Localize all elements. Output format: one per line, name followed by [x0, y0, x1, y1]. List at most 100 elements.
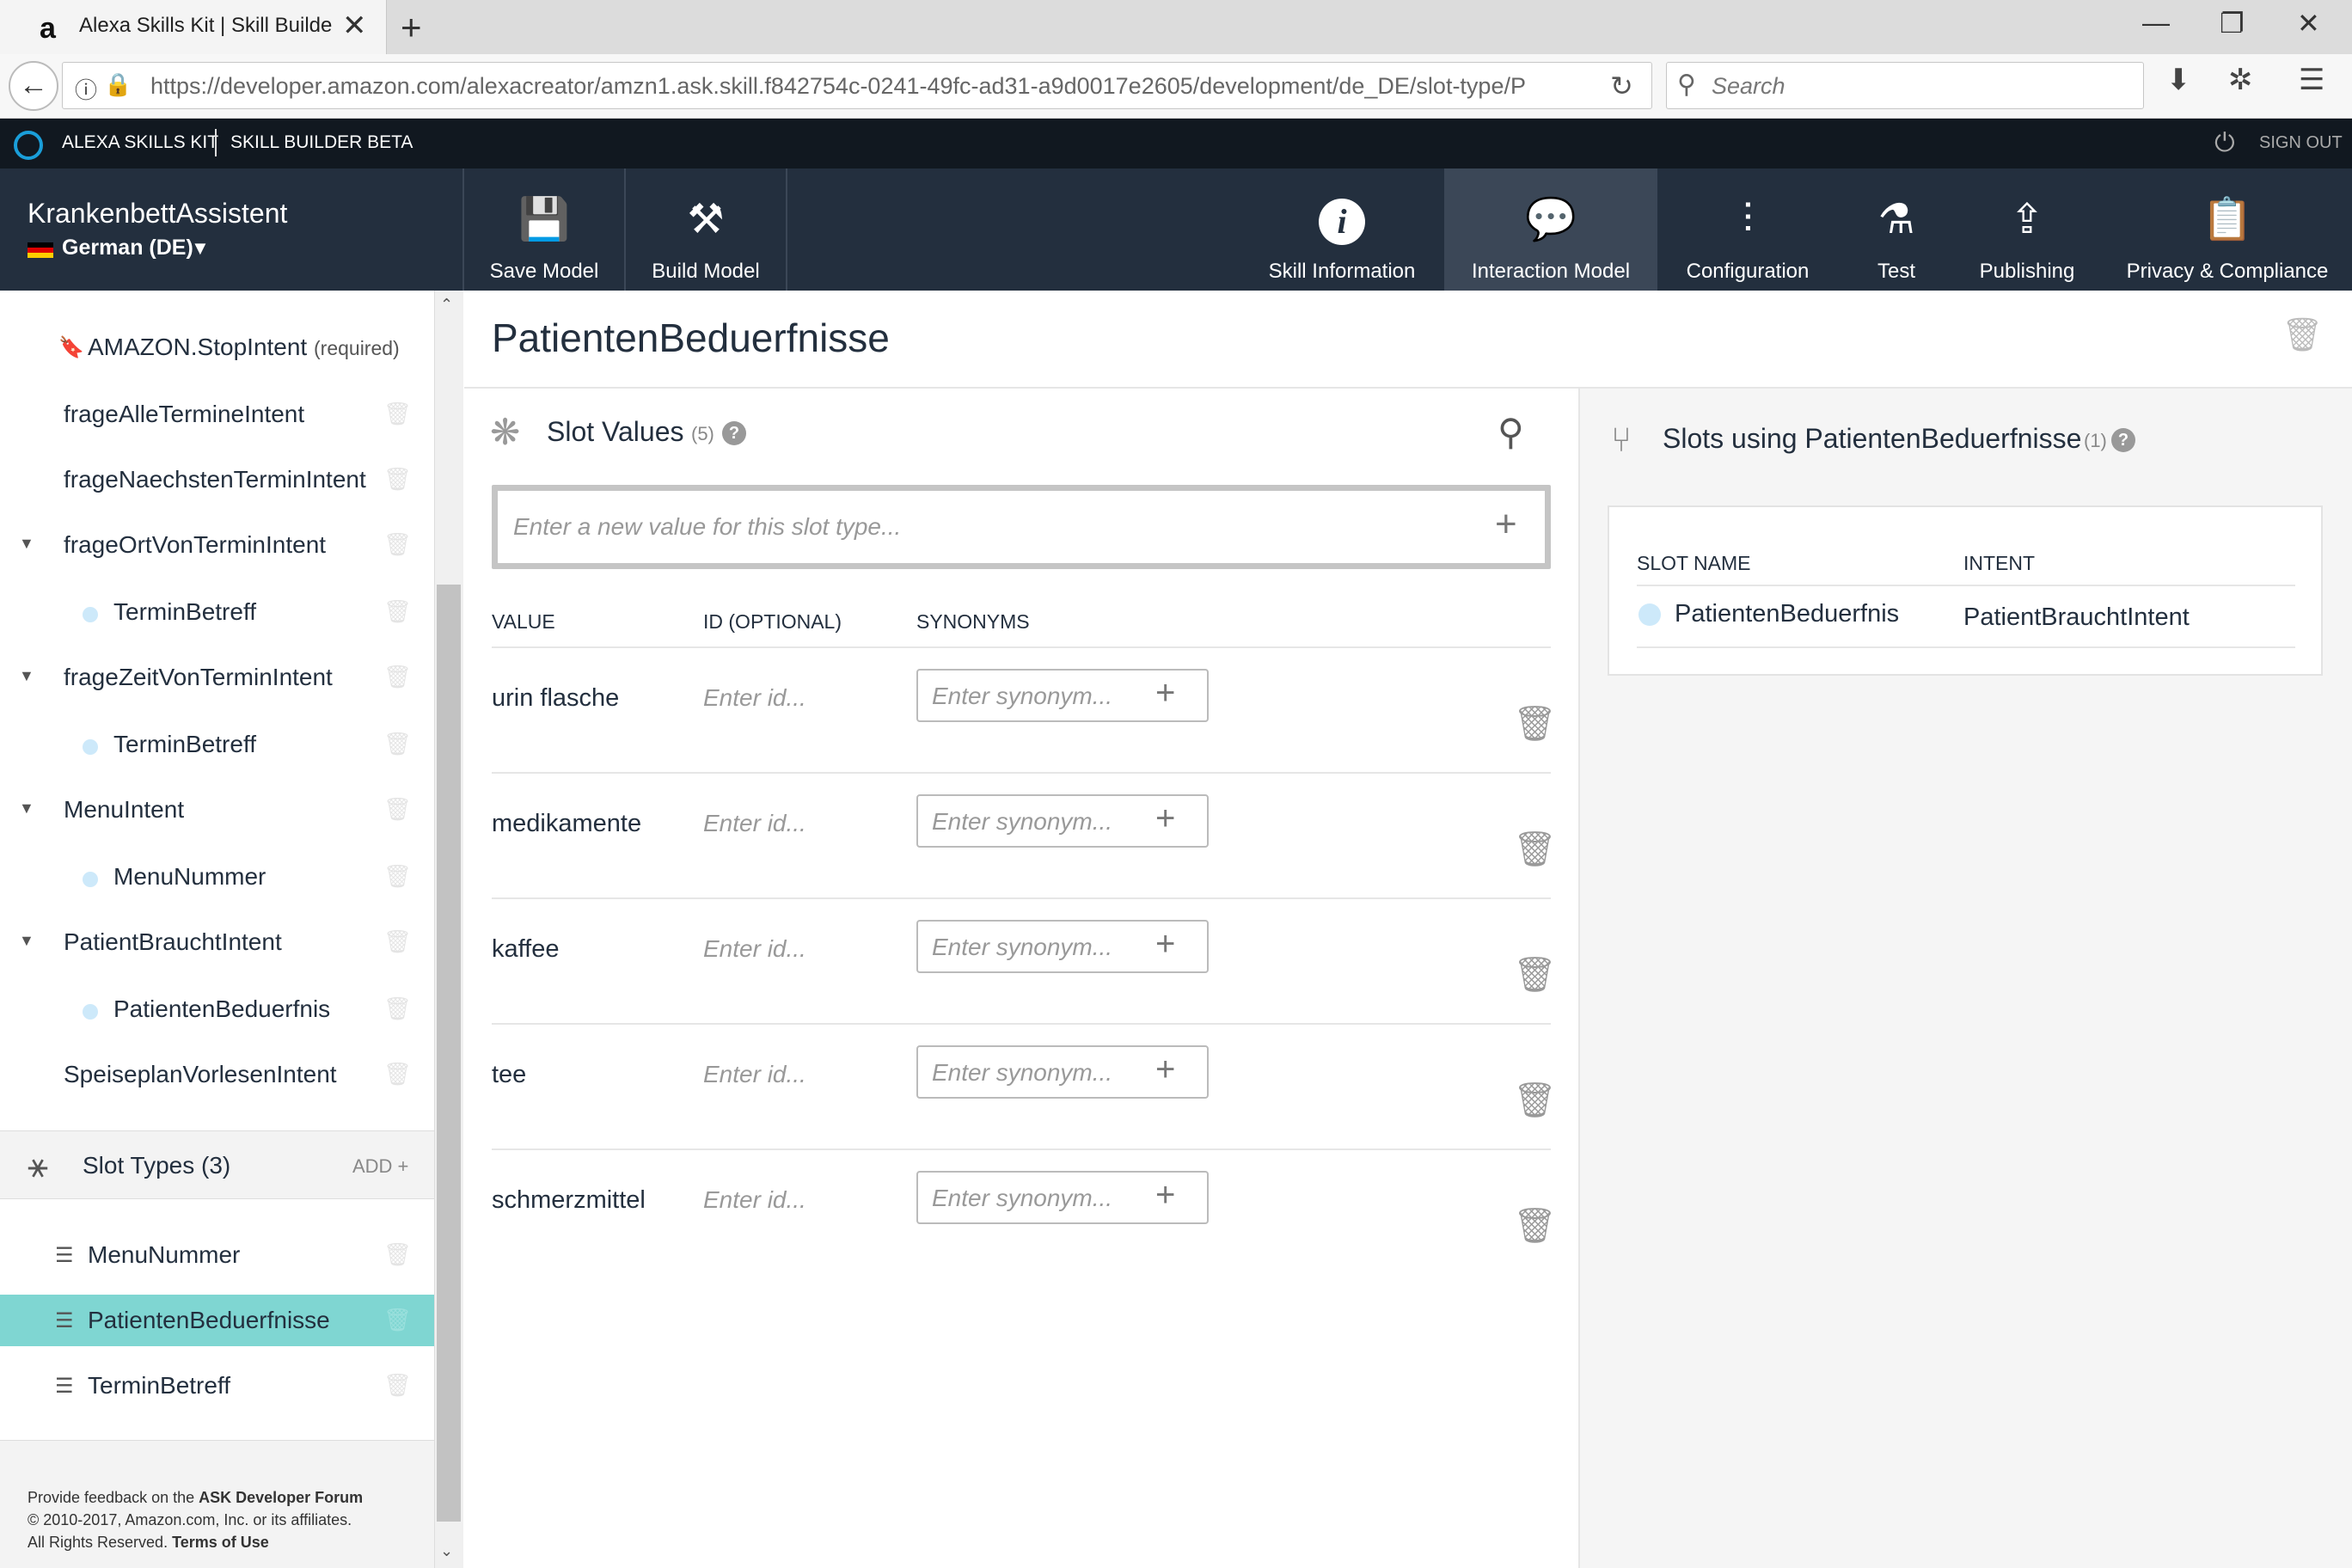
- sidebar-scroll-thumb[interactable]: [437, 585, 461, 1522]
- reload-icon[interactable]: ↻: [1610, 70, 1633, 102]
- sidebar-slot-menu-nummer[interactable]: MenuNummer 🗑: [0, 851, 434, 903]
- interaction-model-tab[interactable]: 💬 Interaction Model: [1444, 168, 1657, 291]
- sign-out-link[interactable]: SIGN OUT: [2259, 133, 2343, 153]
- slot-name-link[interactable]: PatientenBeduerfnis: [1675, 600, 1899, 628]
- menu-icon[interactable]: ☰: [2299, 63, 2324, 97]
- trash-icon[interactable]: 🗑: [383, 1241, 412, 1268]
- test-tab[interactable]: ⚗ Test: [1853, 168, 1939, 291]
- sidebar-slot-patienten-beduerfnis[interactable]: PatientenBeduerfnis 🗑: [0, 983, 434, 1035]
- add-synonym-icon[interactable]: +: [1155, 1176, 1175, 1215]
- add-synonym-icon[interactable]: +: [1155, 1050, 1175, 1089]
- window-close-icon[interactable]: ✕: [2297, 7, 2320, 40]
- slot-type-item-patienten-beduerfnisse[interactable]: ☰ PatientenBeduerfnisse 🗑: [0, 1295, 434, 1346]
- trash-icon[interactable]: 🗑: [383, 664, 412, 690]
- delete-value-icon[interactable]: 🗑: [1513, 1080, 1557, 1120]
- trash-icon[interactable]: 🗑: [383, 863, 412, 890]
- synonym-input[interactable]: Enter synonym... +: [916, 794, 1209, 848]
- sidebar-item-menu-intent[interactable]: ▼ MenuIntent 🗑: [0, 784, 434, 836]
- configuration-tab[interactable]: ⫶ Configuration: [1673, 168, 1822, 291]
- slot-value[interactable]: urin flasche: [492, 684, 619, 713]
- trash-icon[interactable]: 🗑: [383, 531, 412, 558]
- forum-link[interactable]: ASK Developer Forum: [199, 1489, 363, 1506]
- trash-icon[interactable]: 🗑: [383, 1307, 412, 1333]
- delete-value-icon[interactable]: 🗑: [1513, 703, 1557, 744]
- browser-search-bar[interactable]: ⚲ Search: [1666, 62, 2144, 109]
- caret-down-icon[interactable]: ▼: [19, 932, 34, 950]
- ask-title[interactable]: ALEXA SKILLS KIT: [62, 132, 218, 153]
- sidebar-item-frage-naechsten-termin-intent[interactable]: frageNaechstenTerminIntent 🗑: [0, 454, 434, 505]
- add-synonym-icon[interactable]: +: [1155, 799, 1175, 838]
- trash-icon[interactable]: 🗑: [383, 598, 412, 625]
- add-slot-type-button[interactable]: ADD +: [352, 1155, 408, 1178]
- trash-icon[interactable]: 🗑: [383, 928, 412, 955]
- synonym-input[interactable]: Enter synonym... +: [916, 1045, 1209, 1099]
- restore-icon[interactable]: ❐: [2220, 7, 2245, 40]
- browser-tab[interactable]: a Alexa Skills Kit | Skill Builder ✕: [0, 0, 387, 54]
- extension-icon[interactable]: ✲: [2228, 63, 2253, 97]
- slot-value[interactable]: schmerzmittel: [492, 1186, 646, 1215]
- new-value-input[interactable]: [513, 510, 1442, 544]
- trash-icon[interactable]: 🗑: [383, 731, 412, 757]
- power-icon[interactable]: ⏻: [2214, 129, 2235, 158]
- caret-down-icon[interactable]: ▼: [19, 799, 34, 818]
- skill-information-tab[interactable]: i Skill Information: [1255, 168, 1429, 291]
- id-input[interactable]: Enter id...: [703, 810, 806, 837]
- info-icon[interactable]: ⓘ: [75, 73, 97, 105]
- caret-down-icon[interactable]: ▼: [191, 237, 210, 260]
- synonym-input[interactable]: Enter synonym... +: [916, 1171, 1209, 1224]
- sidebar-slot-termin-betreff[interactable]: TerminBetreff 🗑: [0, 719, 434, 770]
- delete-value-icon[interactable]: 🗑: [1513, 1205, 1557, 1246]
- locale-selector[interactable]: German (DE): [62, 236, 193, 260]
- id-input[interactable]: Enter id...: [703, 1186, 806, 1214]
- slot-type-item-menu-nummer[interactable]: ☰ MenuNummer 🗑: [0, 1229, 434, 1281]
- id-input[interactable]: Enter id...: [703, 935, 806, 963]
- slot-type-item-termin-betreff[interactable]: ☰ TerminBetreff 🗑: [0, 1360, 434, 1412]
- publishing-tab[interactable]: ⇪ Publishing: [1969, 168, 2086, 291]
- caret-down-icon[interactable]: ▼: [19, 535, 34, 553]
- slot-value[interactable]: medikamente: [492, 810, 641, 838]
- sidebar-slot-termin-betreff[interactable]: TerminBetreff 🗑: [0, 586, 434, 638]
- id-input[interactable]: Enter id...: [703, 1061, 806, 1088]
- back-button[interactable]: ←: [9, 61, 58, 111]
- privacy-compliance-tab[interactable]: 📋 Privacy & Compliance: [2120, 168, 2335, 291]
- url-bar[interactable]: ⓘ 🔒 https://developer.amazon.com/alexacr…: [62, 62, 1652, 109]
- trash-icon[interactable]: 🗑: [383, 401, 412, 427]
- sidebar-item-patient-braucht-intent[interactable]: ▼ PatientBrauchtIntent 🗑: [0, 916, 434, 968]
- sidebar-item-frage-alle-termine-intent[interactable]: frageAlleTermineIntent 🗑: [0, 389, 434, 440]
- slot-types-label[interactable]: Slot Types (3): [83, 1152, 230, 1179]
- id-input[interactable]: Enter id...: [703, 684, 806, 712]
- add-synonym-icon[interactable]: +: [1155, 674, 1175, 713]
- slot-value[interactable]: kaffee: [492, 935, 559, 964]
- synonym-input[interactable]: Enter synonym... +: [916, 920, 1209, 973]
- build-model-button[interactable]: ⚒ Build Model: [624, 168, 787, 291]
- trash-icon[interactable]: 🗑: [383, 1061, 412, 1087]
- save-model-button[interactable]: 💾 Save Model: [462, 168, 624, 291]
- delete-value-icon[interactable]: 🗑: [1513, 829, 1557, 869]
- url-text[interactable]: https://developer.amazon.com/alexacreato…: [150, 73, 1603, 100]
- trash-icon[interactable]: 🗑: [383, 466, 412, 493]
- help-icon[interactable]: ?: [2111, 428, 2135, 452]
- sidebar-item-frage-zeit-von-termin-intent[interactable]: ▼ frageZeitVonTerminIntent 🗑: [0, 652, 434, 703]
- intent-link[interactable]: PatientBrauchtIntent: [1963, 603, 2190, 632]
- add-value-icon[interactable]: +: [1495, 503, 1517, 546]
- help-icon[interactable]: ?: [722, 421, 746, 445]
- caret-down-icon[interactable]: ▼: [19, 667, 34, 685]
- trash-icon[interactable]: 🗑: [383, 1372, 412, 1399]
- add-synonym-icon[interactable]: +: [1155, 925, 1175, 964]
- trash-icon[interactable]: 🗑: [383, 796, 412, 823]
- trash-icon[interactable]: 🗑: [383, 995, 412, 1022]
- delete-slot-type-icon[interactable]: 🗑: [2282, 316, 2323, 354]
- scroll-up-icon[interactable]: ⌃: [440, 296, 453, 314]
- delete-value-icon[interactable]: 🗑: [1513, 954, 1557, 995]
- synonym-input[interactable]: Enter synonym... +: [916, 669, 1209, 722]
- download-icon[interactable]: ⬇: [2166, 63, 2191, 97]
- minimize-icon[interactable]: —: [2142, 7, 2170, 39]
- terms-link[interactable]: Terms of Use: [172, 1534, 269, 1551]
- sidebar-item-frage-ort-von-termin-intent[interactable]: ▼ frageOrtVonTerminIntent 🗑: [0, 519, 434, 571]
- sidebar-item-speiseplan-vorlesen-intent[interactable]: SpeiseplanVorlesenIntent 🗑: [0, 1049, 434, 1100]
- slot-value[interactable]: tee: [492, 1061, 526, 1089]
- scroll-down-icon[interactable]: ⌄: [440, 1542, 453, 1560]
- new-tab-icon[interactable]: +: [401, 7, 422, 48]
- search-values-icon[interactable]: ⚲: [1498, 411, 1524, 453]
- tab-close-icon[interactable]: ✕: [342, 9, 367, 43]
